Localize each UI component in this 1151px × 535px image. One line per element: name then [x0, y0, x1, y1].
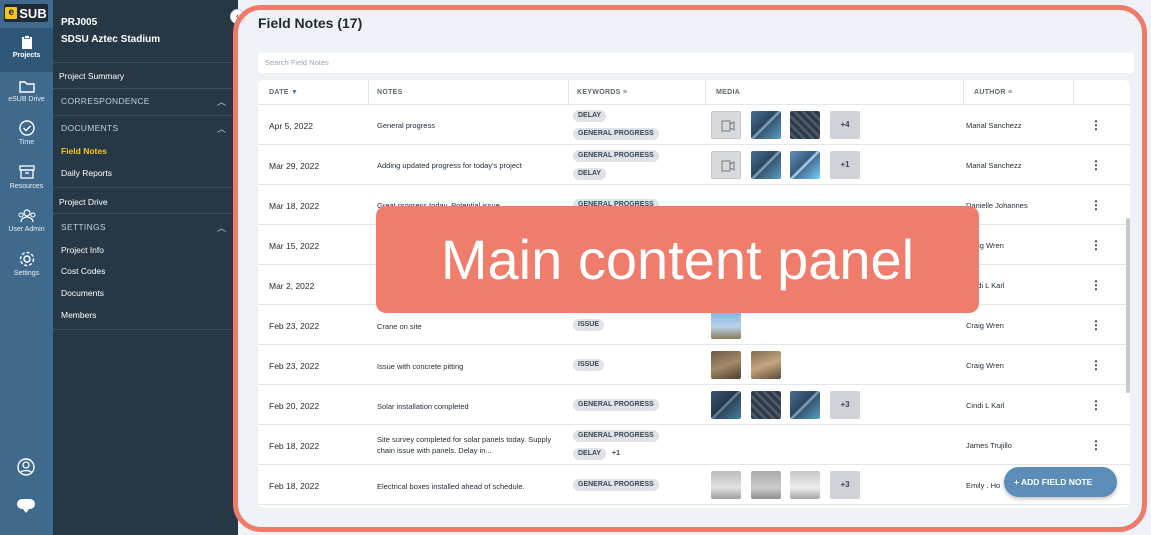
rail-user-admin[interactable]: User Admin: [0, 203, 53, 247]
project-code: PRJ005: [61, 17, 98, 28]
divider: [53, 88, 238, 89]
chevron-up-icon[interactable]: ︿: [217, 221, 226, 234]
chat-icon[interactable]: [13, 493, 39, 519]
divider: [53, 213, 238, 214]
box-icon: [18, 165, 35, 179]
left-rail: e SUB Projects eSUB Drive Time Resources …: [0, 0, 53, 535]
chevron-up-icon[interactable]: ︿: [217, 122, 226, 135]
sidebar-item-documents[interactable]: Documents: [61, 288, 104, 298]
folder-icon: [18, 81, 35, 93]
sidebar-item-cost-codes[interactable]: Cost Codes: [61, 266, 105, 276]
clock-check-icon: [18, 120, 35, 136]
sidebar-item-project-drive[interactable]: Project Drive: [59, 197, 108, 207]
sidebar-item-project-info[interactable]: Project Info: [61, 245, 104, 255]
sidebar-item-field-notes[interactable]: Field Notes: [61, 146, 107, 156]
project-sidebar: PRJ005 SDSU Aztec Stadium Project Summar…: [53, 0, 238, 535]
sidebar-item-daily-reports[interactable]: Daily Reports: [61, 168, 112, 178]
chevron-up-icon[interactable]: ︿: [217, 95, 226, 108]
rail-esub-drive[interactable]: eSUB Drive: [0, 72, 53, 116]
esub-logo[interactable]: e SUB: [4, 4, 48, 22]
gear-icon: [19, 251, 34, 267]
users-icon: [18, 209, 35, 223]
rail-time[interactable]: Time: [0, 115, 53, 159]
divider: [53, 62, 238, 63]
section-settings[interactable]: SETTINGS: [61, 222, 106, 232]
clipboard-icon: [21, 35, 32, 49]
divider: [53, 115, 238, 116]
sidebar-item-project-summary[interactable]: Project Summary: [59, 71, 124, 81]
project-name: SDSU Aztec Stadium: [61, 34, 161, 45]
profile-icon[interactable]: [13, 454, 39, 480]
section-correspondence[interactable]: CORRESPONDENCE: [61, 96, 150, 106]
annotation-label: Main content panel: [376, 206, 979, 313]
sidebar-item-members[interactable]: Members: [61, 310, 96, 320]
divider: [53, 329, 238, 330]
rail-resources[interactable]: Resources: [0, 159, 53, 203]
rail-projects[interactable]: Projects: [0, 28, 53, 72]
divider: [53, 187, 238, 188]
rail-settings[interactable]: Settings: [0, 246, 53, 290]
section-documents[interactable]: DOCUMENTS: [61, 123, 118, 133]
